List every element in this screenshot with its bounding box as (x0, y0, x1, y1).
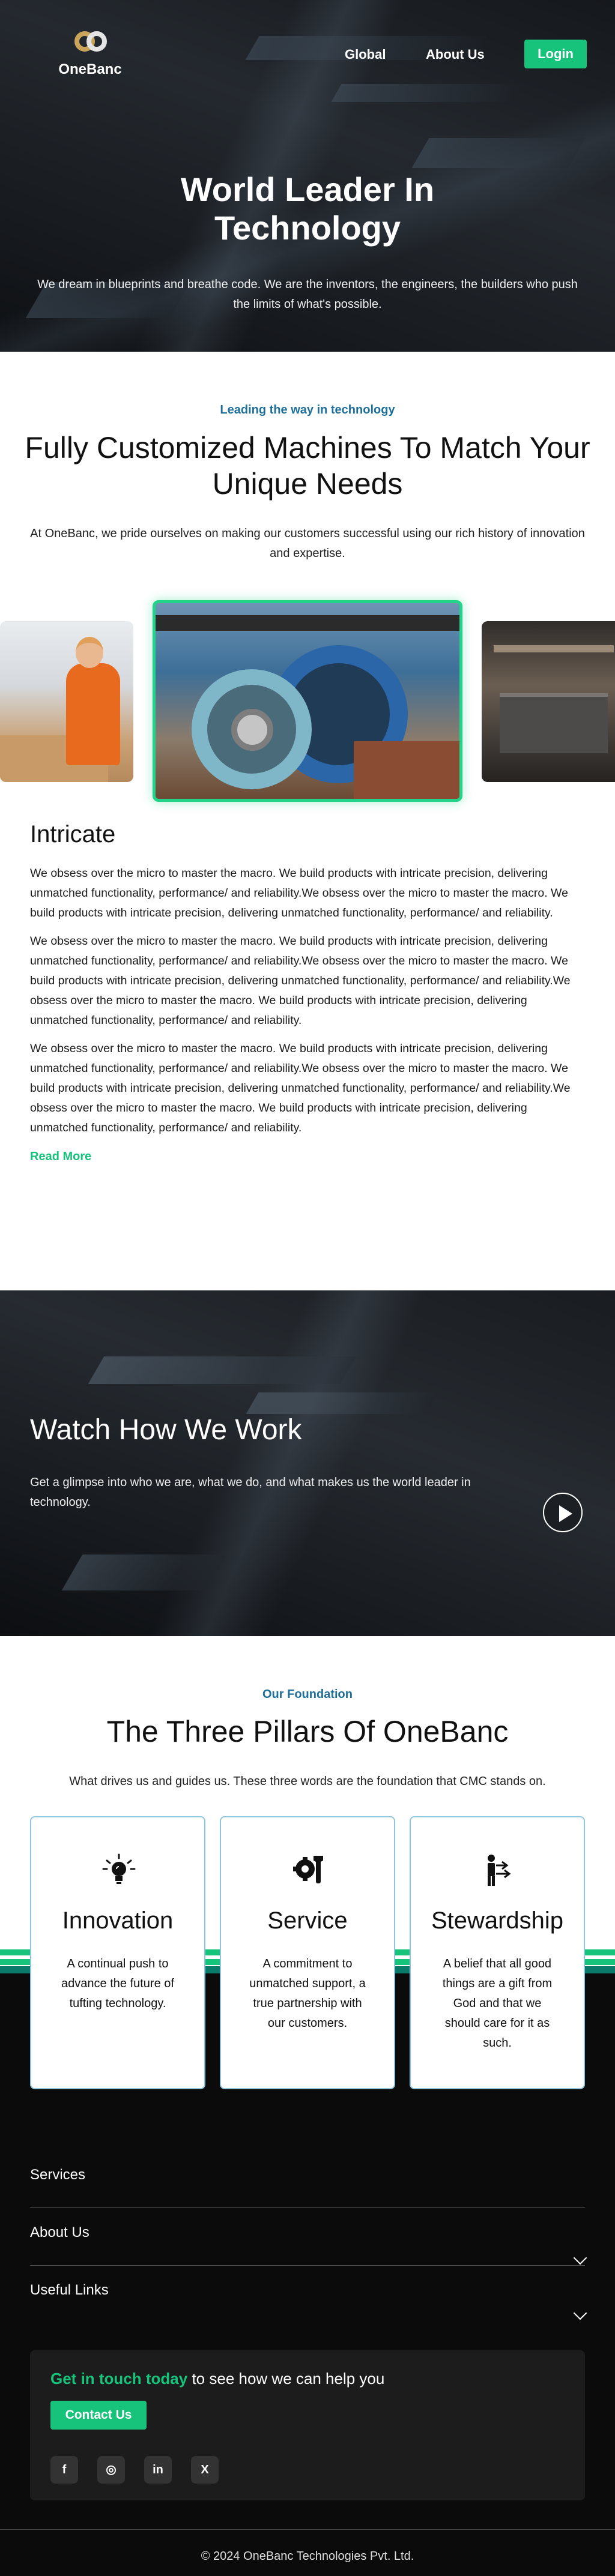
hero-title-line1: World Leader In (180, 170, 435, 208)
x-icon[interactable]: X (191, 2456, 219, 2484)
pillars-title: The Three Pillars Of OneBanc (106, 1715, 509, 1748)
footer-divider (0, 2529, 615, 2530)
intricate-paragraph: We obsess over the micro to master the m… (30, 1042, 571, 1134)
hero-title-line2: Technology (214, 209, 401, 247)
footer-link-label: Useful Links (30, 2282, 109, 2298)
contact-us-button[interactable]: Contact Us (50, 2401, 147, 2430)
hero-subtitle: We dream in blueprints and breathe code.… (37, 278, 578, 311)
watch-title: Watch How We Work (30, 1414, 302, 1446)
customized-eyebrow: Leading the way in technology (220, 403, 395, 417)
contact-highlight: Get in touch today (50, 2370, 188, 2388)
pillar-title: Stewardship (431, 1907, 564, 1934)
hero-section: OneBanc Global About Us Login World Lead… (0, 0, 615, 352)
logo-text: OneBanc (58, 61, 122, 77)
intricate-title: Intricate (30, 821, 116, 847)
logo-mark-icon (72, 26, 108, 60)
carousel-slide-factory[interactable] (482, 621, 615, 782)
intricate-section: Intricate We obsess over the micro to ma… (30, 821, 585, 1164)
page: OneBanc Global About Us Login World Lead… (0, 0, 615, 2576)
contact-rest: to see how we can help you (187, 2370, 385, 2388)
pillar-card-innovation: Innovation A continual push to advance t… (30, 1816, 205, 2089)
play-video-button[interactable] (543, 1493, 583, 1532)
nav-link-about-us[interactable]: About Us (426, 47, 485, 62)
pillars-eyebrow: Our Foundation (262, 1688, 353, 1701)
footer-link-about-us[interactable]: About Us (30, 2224, 587, 2265)
carousel-slide-worker[interactable] (0, 621, 133, 782)
pillar-card-stewardship: Stewardship A belief that all good thing… (410, 1816, 585, 2089)
chevron-down-icon[interactable] (573, 2306, 587, 2320)
carousel-slide-active[interactable] (153, 600, 462, 802)
instagram-icon[interactable]: ◎ (97, 2456, 125, 2484)
pillar-card-service: Service A commitment to unmatched suppor… (220, 1816, 395, 2089)
hero-title: World Leader In Technology (0, 170, 615, 247)
customized-lead: At OneBanc, we pride ourselves on making… (30, 527, 585, 560)
logo[interactable]: OneBanc (54, 26, 126, 78)
facebook-icon[interactable]: f (50, 2456, 78, 2484)
lightbulb-icon (102, 1853, 136, 1884)
play-icon (559, 1505, 572, 1522)
footer-link-label: About Us (30, 2224, 89, 2240)
stewardship-icon (488, 1855, 511, 1886)
read-more-link[interactable]: Read More (30, 1150, 91, 1164)
watch-section: Watch How We Work Get a glimpse into who… (0, 1290, 615, 1636)
machine-carousel[interactable] (0, 600, 615, 804)
copyright-text: © 2024 OneBanc Technologies Pvt. Ltd. (201, 2550, 414, 2563)
pillar-title: Service (267, 1907, 348, 1934)
watch-text: Get a glimpse into who we are, what we d… (30, 1476, 471, 1509)
pillar-text: A commitment to unmatched support, a tru… (249, 1957, 366, 2030)
pillar-text: A continual push to advance the future o… (61, 1957, 174, 2010)
footer-divider (30, 2265, 585, 2266)
login-button[interactable]: Login (524, 40, 587, 68)
footer-link-useful-links[interactable]: Useful Links (30, 2282, 587, 2320)
contact-box: Get in touch today to see how we can hel… (30, 2350, 585, 2500)
chevron-down-icon[interactable] (573, 2251, 587, 2265)
pillars-cards: Innovation A continual push to advance t… (30, 1816, 585, 2089)
pillar-title: Innovation (62, 1907, 174, 1934)
intricate-paragraph: We obsess over the micro to master the m… (30, 934, 571, 1027)
intricate-paragraph: We obsess over the micro to master the m… (30, 867, 568, 919)
pillars-lead: What drives us and guides us. These thre… (69, 1775, 546, 1788)
footer-link-services[interactable]: Services (30, 2167, 585, 2183)
nav-link-global[interactable]: Global (345, 47, 386, 62)
watch-background (0, 1290, 615, 1636)
tools-icon (293, 1856, 323, 1883)
top-nav: OneBanc Global About Us Login (0, 0, 615, 108)
customized-title: Fully Customized Machines To Match Your … (25, 431, 590, 501)
pillar-text: A belief that all good things are a gift… (442, 1957, 553, 2050)
contact-line: Get in touch today to see how we can hel… (50, 2370, 384, 2388)
linkedin-icon[interactable]: in (144, 2456, 172, 2484)
footer-divider (30, 2207, 585, 2208)
